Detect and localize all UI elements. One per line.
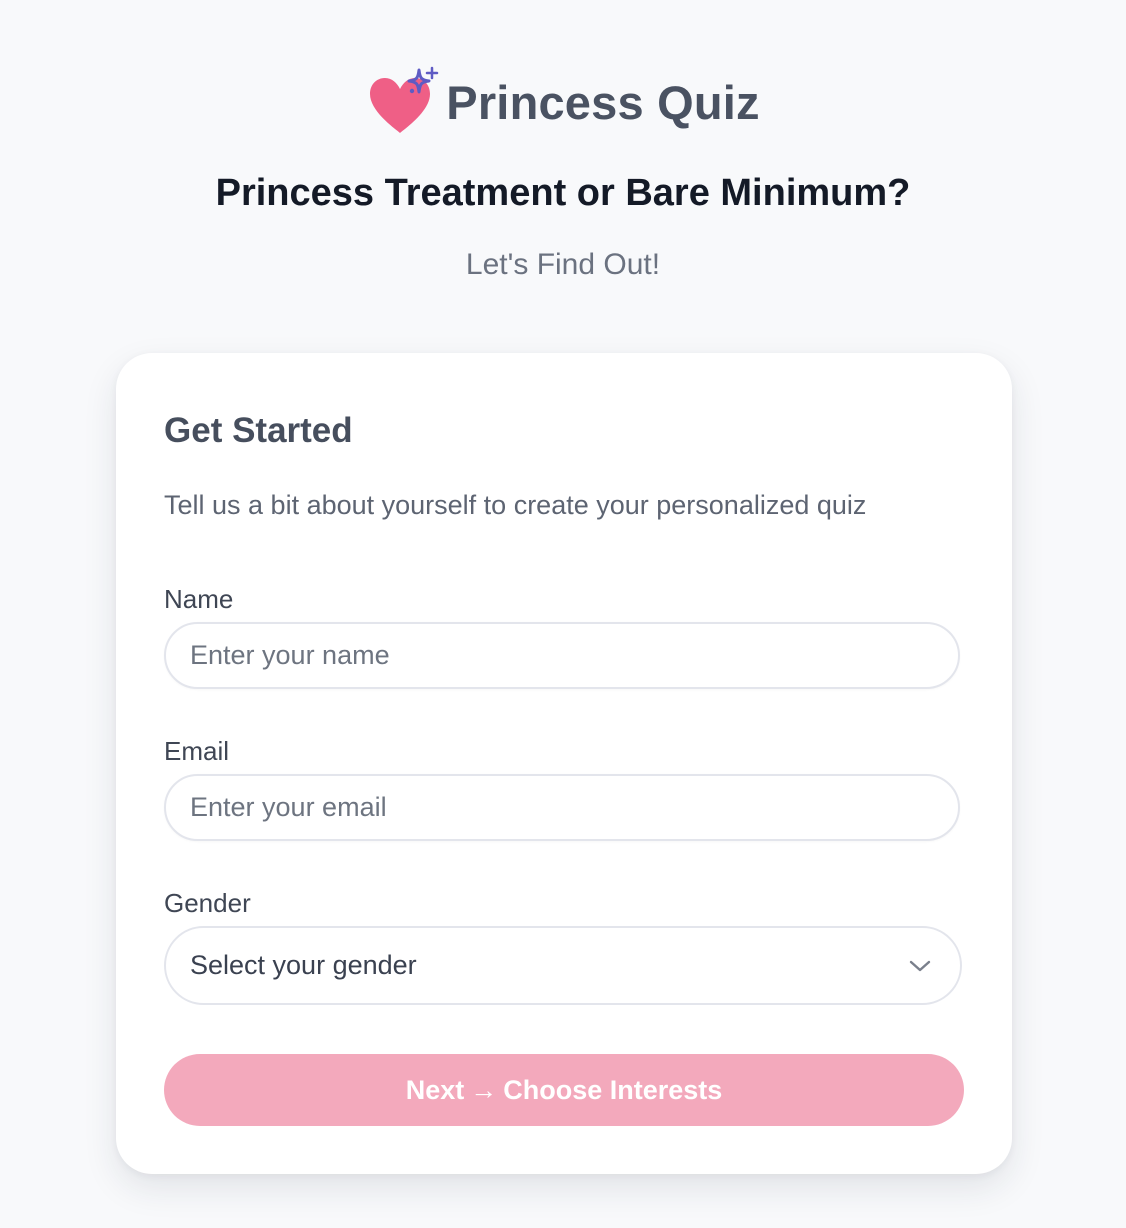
brand-title: Princess Quiz	[446, 75, 760, 129]
page-headline: Princess Treatment or Bare Minimum?	[215, 172, 911, 214]
gender-label: Gender	[164, 888, 251, 918]
get-started-card: Get Started Tell us a bit about yourself…	[116, 353, 1012, 1174]
gender-select[interactable]: Select your gender	[164, 926, 962, 1005]
brand-header: Princess Quiz	[0, 66, 1126, 138]
card-title: Get Started	[164, 411, 353, 450]
heart-sparkle-icon	[370, 66, 439, 133]
next-choose-interests-button[interactable]: Next → Choose Interests	[164, 1054, 964, 1126]
next-button-label: Next	[405, 1074, 465, 1105]
chevron-down-icon	[908, 954, 932, 978]
card-description: Tell us a bit about yourself to create y…	[164, 490, 867, 520]
arrow-right-icon: →	[470, 1074, 498, 1105]
name-label: Name	[164, 584, 234, 614]
name-input[interactable]	[164, 622, 960, 689]
next-button-suffix: Choose Interests	[503, 1074, 723, 1105]
email-input[interactable]	[164, 774, 960, 841]
gender-select-value: Select your gender	[190, 950, 417, 980]
email-label: Email	[164, 736, 230, 766]
page-subline: Let's Find Out!	[465, 248, 661, 281]
